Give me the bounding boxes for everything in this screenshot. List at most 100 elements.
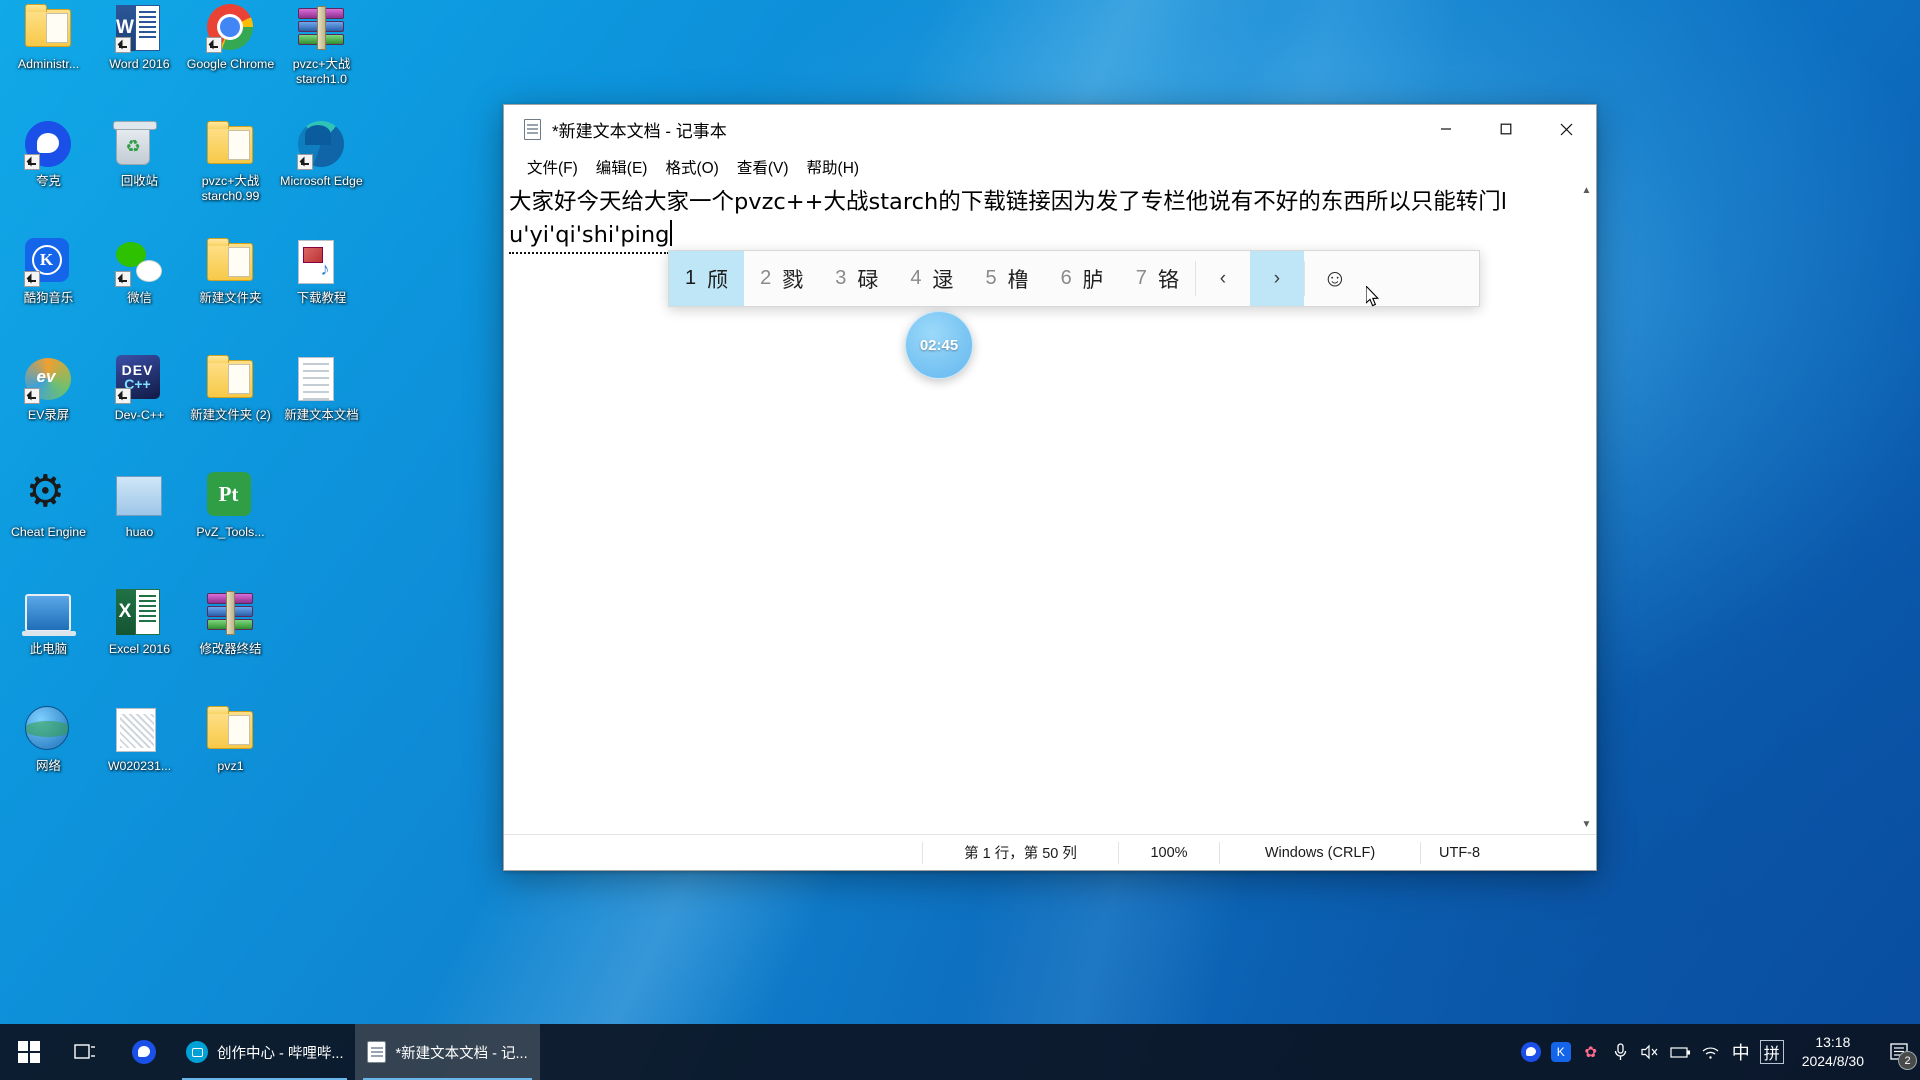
scroll-up-arrow-icon[interactable]: ▲ — [1577, 181, 1596, 200]
shortcut-arrow-icon — [205, 37, 222, 53]
desktop-icon-network[interactable]: 网络 — [3, 706, 94, 823]
ime-candidate-5[interactable]: 5 橹 — [970, 251, 1045, 306]
quark-browser-icon — [23, 121, 73, 170]
kugou-tray-icon[interactable]: K — [1546, 1024, 1576, 1080]
menu-edit[interactable]: 编辑(E) — [589, 154, 655, 180]
desktop-icon-pvzc-starch-0-99[interactable]: pvzc+大战starch0.99 — [185, 121, 276, 238]
ime-candidate-6[interactable]: 6 胪 — [1045, 251, 1120, 306]
desktop-icon-excel-2016[interactable]: X Excel 2016 — [94, 589, 185, 706]
ime-previous-page-icon[interactable]: ‹ — [1196, 251, 1250, 306]
start-button[interactable] — [0, 1024, 58, 1080]
ime-candidate-4[interactable]: 4 逯 — [894, 251, 969, 306]
screen-recorder-timer-bubble[interactable]: 02:45 — [905, 311, 973, 379]
shortcut-arrow-icon — [296, 154, 313, 170]
maximize-button[interactable] — [1476, 105, 1536, 153]
desktop-icon-new-folder-2[interactable]: 新建文件夹 (2) — [185, 355, 276, 472]
ime-emoji-panel-icon[interactable]: ☺ — [1305, 251, 1365, 306]
image-file-icon — [115, 472, 164, 520]
minimize-button[interactable] — [1416, 105, 1476, 153]
desktop-icon-new-text-document[interactable]: 新建文本文档 — [276, 355, 367, 472]
notepad-icon — [367, 1041, 387, 1063]
menu-file[interactable]: 文件(F) — [520, 154, 585, 180]
notification-count-badge: 2 — [1898, 1051, 1917, 1070]
ime-chinese-mode-icon[interactable]: 中 — [1726, 1024, 1756, 1080]
quark-tray-icon[interactable] — [1516, 1024, 1546, 1080]
ime-candidate-word: 碌 — [857, 268, 879, 292]
desktop-icon-dev-cpp[interactable]: DEV C++ Dev-C++ — [94, 355, 185, 472]
desktop-icon-quark[interactable]: 夸克 — [3, 121, 94, 238]
desktop-icon-cheat-engine[interactable]: Cheat Engine — [3, 470, 94, 589]
desktop-icon-recycle-bin[interactable]: 回收站 — [94, 121, 185, 238]
ime-candidate-word: 颀 — [707, 268, 729, 292]
desktop-icon-ev-recorder[interactable]: EV录屏 — [3, 355, 94, 472]
desktop-icon-label: 新建文件夹 (2) — [190, 408, 271, 422]
ime-next-page-icon[interactable]: › — [1249, 251, 1304, 306]
vertical-scrollbar[interactable]: ▲ ▼ — [1577, 181, 1596, 834]
ime-candidate-number: 7 — [1135, 267, 1147, 289]
ime-candidate-word: 橹 — [1007, 268, 1029, 292]
taskbar-pinned-quark[interactable] — [114, 1024, 174, 1080]
desktop-icon-huao[interactable]: huao — [94, 472, 185, 589]
desktop-icon-empty-slot — [276, 472, 367, 589]
ime-candidate-number: 5 — [985, 267, 997, 289]
close-button[interactable] — [1536, 105, 1596, 153]
desktop-icon-pvz-tools[interactable]: Pt PvZ_Tools... — [185, 472, 276, 589]
desktop-icon-this-pc[interactable]: 此电脑 — [3, 589, 94, 706]
image-file-icon — [115, 706, 164, 754]
blank-icon — [298, 472, 346, 520]
ime-candidate-number: 4 — [910, 267, 922, 289]
desktop-icon-google-chrome[interactable]: Google Chrome — [185, 4, 276, 121]
desktop-icon-label: Google Chrome — [186, 57, 275, 71]
action-center-button[interactable]: 2 — [1878, 1024, 1920, 1080]
network-icon — [24, 706, 73, 754]
menu-help[interactable]: 帮助(H) — [800, 154, 867, 180]
taskbar-task-bilibili[interactable]: 创作中心 - 哔哩哔... — [174, 1024, 355, 1080]
menu-view[interactable]: 查看(V) — [730, 154, 796, 180]
desktop-icon-label: Administr... — [17, 57, 80, 71]
desktop-icon-administrator[interactable]: Administr... — [3, 4, 94, 121]
desktop-icon-trainer-final[interactable]: 修改器终结 — [185, 589, 276, 706]
desktop-icon-word-2016[interactable]: W Word 2016 — [94, 4, 185, 121]
desktop-icon-label: pvzc+大战starch1.0 — [292, 57, 351, 86]
pvz-tools-icon: Pt — [206, 472, 255, 520]
desktop-icon-kugou-music[interactable]: K 酷狗音乐 — [3, 238, 94, 355]
ime-pinyin-icon[interactable]: 拼 — [1759, 1040, 1784, 1064]
ime-candidate-number: 6 — [1060, 267, 1072, 289]
clock-date: 2024/8/30 — [1801, 1053, 1864, 1069]
taskbar-task-notepad[interactable]: *新建文本文档 - 记... — [355, 1024, 540, 1080]
folder-icon — [206, 238, 255, 286]
microphone-tray-icon[interactable] — [1606, 1024, 1636, 1080]
desktop-icon-w020231[interactable]: W020231... — [94, 706, 185, 823]
text-document-icon — [297, 355, 346, 403]
ime-candidate-bar[interactable]: 1 颀 2 戮 3 碌 4 逯 5 橹 6 胪 7 铬 ‹ › ☺ — [668, 250, 1480, 307]
ime-candidate-3[interactable]: 3 碌 — [819, 251, 894, 306]
system-tray: K ✿ 中 拼 13:18 2024/8/30 2 — [1516, 1024, 1920, 1080]
wifi-tray-icon[interactable] — [1696, 1024, 1726, 1080]
notepad-window[interactable]: *新建文本文档 - 记事本 文件(F) 编辑(E) 格式(O) 查看(V) 帮助… — [503, 104, 1597, 871]
volume-muted-tray-icon[interactable] — [1636, 1024, 1666, 1080]
desktop-icon-pvz1[interactable]: pvz1 — [185, 706, 276, 823]
window-controls — [1416, 105, 1596, 153]
desktop-icon-label: 下载教程 — [296, 291, 347, 305]
ime-candidate-1[interactable]: 1 颀 — [669, 251, 745, 306]
desktop-icon-wechat[interactable]: 微信 — [94, 238, 185, 355]
desktop-icon-label: 回收站 — [120, 174, 159, 188]
desktop-icon-label: Excel 2016 — [108, 642, 171, 656]
desktop-icon-new-folder[interactable]: 新建文件夹 — [185, 238, 276, 355]
scroll-down-arrow-icon[interactable]: ▼ — [1577, 815, 1596, 834]
menu-format[interactable]: 格式(O) — [658, 154, 725, 180]
desktop-icon-microsoft-edge[interactable]: Microsoft Edge — [276, 121, 367, 238]
ime-candidate-7[interactable]: 7 铬 — [1120, 251, 1195, 306]
desktop-icon-pvzc-starch-1-0[interactable]: pvzc+大战starch1.0 — [276, 4, 367, 121]
flower-tray-icon[interactable]: ✿ — [1576, 1024, 1606, 1080]
battery-tray-icon[interactable] — [1666, 1024, 1696, 1080]
desktop-icon-label: PvZ_Tools... — [196, 525, 265, 539]
task-view-button[interactable] — [58, 1024, 114, 1080]
this-pc-icon — [21, 589, 76, 637]
ime-candidate-2[interactable]: 2 戮 — [744, 251, 819, 306]
shortcut-arrow-icon — [114, 388, 131, 404]
notepad-titlebar[interactable]: *新建文本文档 - 记事本 — [504, 105, 1596, 153]
desktop-icon-download-tutorial[interactable]: 下载教程 — [276, 238, 367, 355]
desktop-icon-label: 修改器终结 — [199, 642, 262, 656]
taskbar-clock[interactable]: 13:18 2024/8/30 — [1788, 1024, 1878, 1080]
